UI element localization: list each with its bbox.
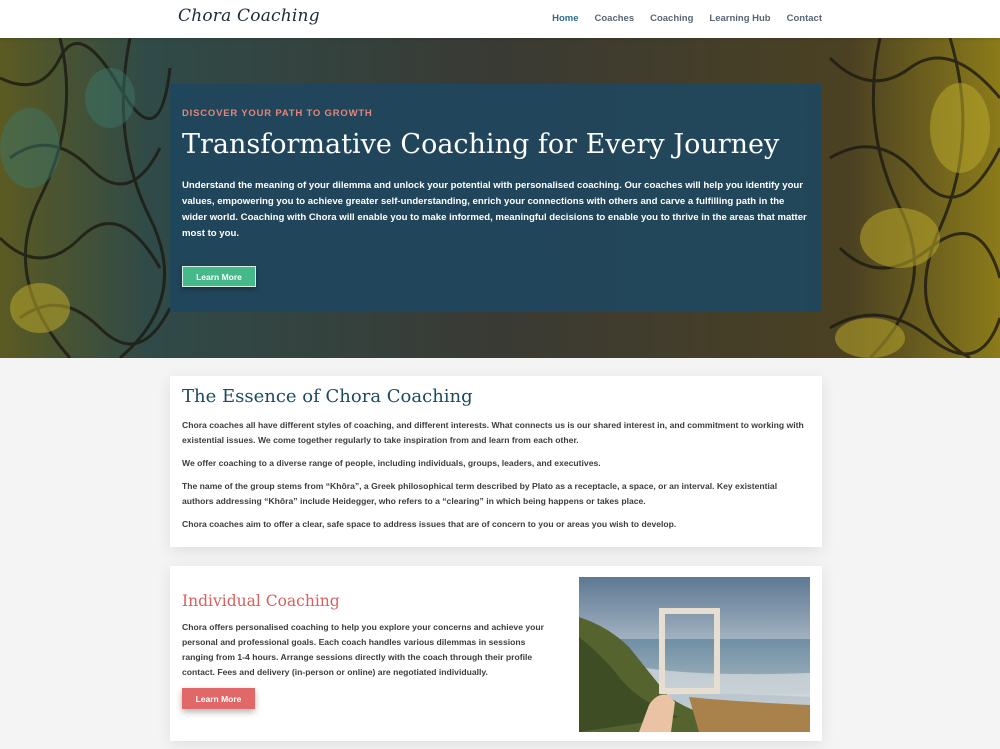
- site-logo[interactable]: Chora Coaching: [178, 6, 320, 26]
- individual-coaching-title: Individual Coaching: [182, 592, 340, 610]
- hero-title: Transformative Coaching for Every Journe…: [182, 129, 780, 160]
- essence-paragraph: We offer coaching to a diverse range of …: [182, 458, 601, 468]
- individual-learn-more-button[interactable]: Learn More: [182, 688, 255, 709]
- individual-coaching-description: Chora offers personalised coaching to he…: [182, 622, 544, 677]
- essence-paragraph: Chora coaches all have different styles …: [182, 420, 804, 445]
- hero-content-box: DISCOVER YOUR PATH TO GROWTH Transformat…: [170, 84, 822, 312]
- nav-coaches[interactable]: Coaches: [595, 13, 635, 24]
- individual-coaching-card: Individual Coaching Chora offers persona…: [170, 566, 822, 741]
- site-header: Chora Coaching Home Coaches Coaching Lea…: [0, 0, 1000, 38]
- nav-home[interactable]: Home: [552, 13, 578, 24]
- nav-contact[interactable]: Contact: [787, 13, 822, 24]
- essence-paragraph: Chora coaches aim to offer a clear, safe…: [182, 519, 677, 529]
- essence-title: The Essence of Chora Coaching: [182, 386, 473, 407]
- essence-paragraph: The name of the group stems from “Khôra”…: [182, 481, 778, 506]
- hero-learn-more-button[interactable]: Learn More: [182, 266, 256, 287]
- nav-coaching[interactable]: Coaching: [650, 13, 693, 24]
- hero-eyebrow: DISCOVER YOUR PATH TO GROWTH: [182, 108, 373, 119]
- hero-section: DISCOVER YOUR PATH TO GROWTH Transformat…: [0, 38, 1000, 358]
- frame-on-cliff-photo: [579, 577, 810, 732]
- hero-description: Understand the meaning of your dilemma a…: [182, 180, 807, 239]
- nav-learning-hub[interactable]: Learning Hub: [709, 13, 770, 24]
- main-nav: Home Coaches Coaching Learning Hub Conta…: [552, 13, 822, 24]
- essence-card: The Essence of Chora Coaching Chora coac…: [170, 376, 822, 547]
